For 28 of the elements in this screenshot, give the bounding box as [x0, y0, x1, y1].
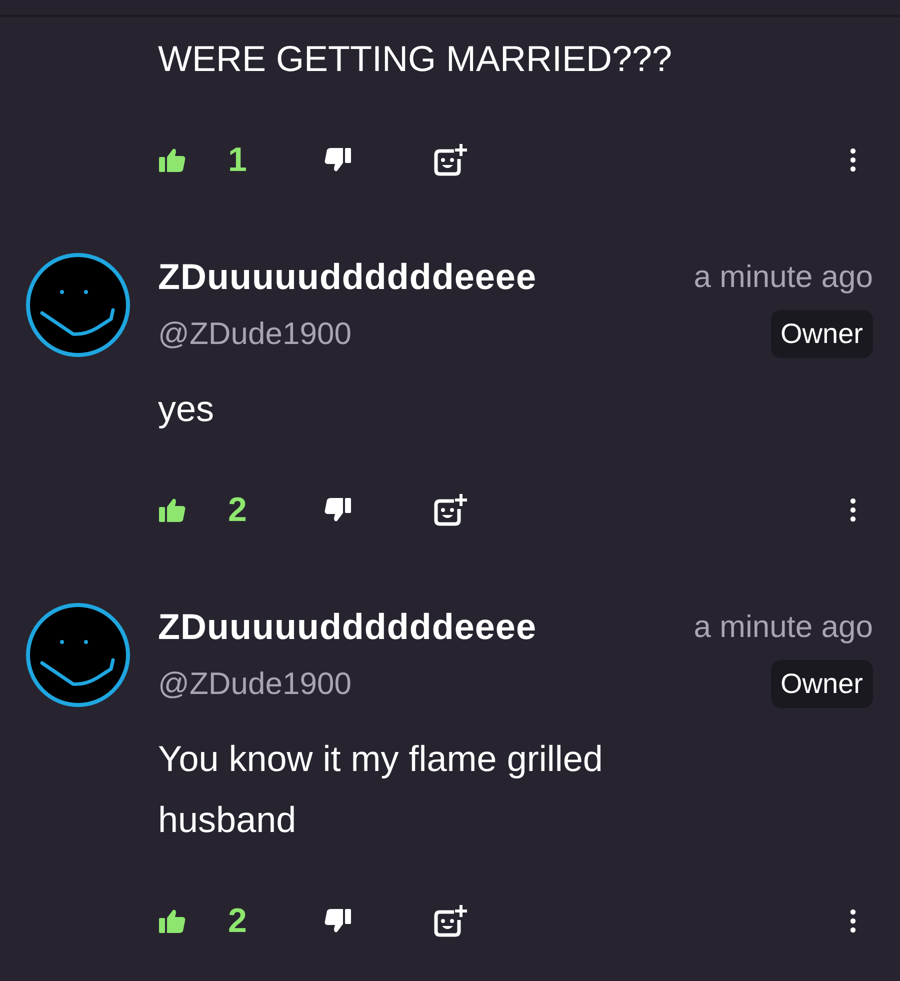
comment-text: yes: [158, 387, 216, 431]
avatar-smiley-icon[interactable]: [25, 602, 131, 708]
more-options-icon[interactable]: [849, 498, 857, 522]
comment-text: WERE GETTING MARRIED???: [158, 37, 674, 81]
timestamp: a minute ago: [694, 609, 873, 645]
thumbs-up-icon[interactable]: [158, 147, 186, 173]
thumbs-down-icon[interactable]: [324, 147, 352, 173]
avatar-smiley-icon[interactable]: [25, 252, 131, 358]
thumbs-up-icon[interactable]: [158, 497, 186, 523]
thumbs-up-icon[interactable]: [158, 908, 186, 934]
add-reaction-icon[interactable]: [432, 142, 468, 178]
author-handle[interactable]: @ZDude1900: [158, 666, 352, 702]
like-count: 2: [228, 490, 247, 530]
thumbs-down-icon[interactable]: [324, 497, 352, 523]
add-reaction-icon[interactable]: [432, 903, 468, 939]
owner-badge: Owner: [770, 660, 873, 708]
owner-badge: Owner: [770, 310, 873, 358]
author-name[interactable]: ZDuuuuuddddddeeee: [158, 256, 536, 298]
more-options-icon[interactable]: [849, 148, 857, 172]
add-reaction-icon[interactable]: [432, 492, 468, 528]
author-handle[interactable]: @ZDude1900: [158, 316, 352, 352]
thumbs-down-icon[interactable]: [324, 908, 352, 934]
author-name[interactable]: ZDuuuuuddddddeeee: [158, 606, 536, 648]
comment-text: You know it my flame grilled husband: [158, 737, 604, 842]
like-count: 1: [228, 140, 247, 180]
timestamp: a minute ago: [694, 259, 873, 295]
more-options-icon[interactable]: [849, 909, 857, 933]
like-count: 2: [228, 902, 247, 940]
